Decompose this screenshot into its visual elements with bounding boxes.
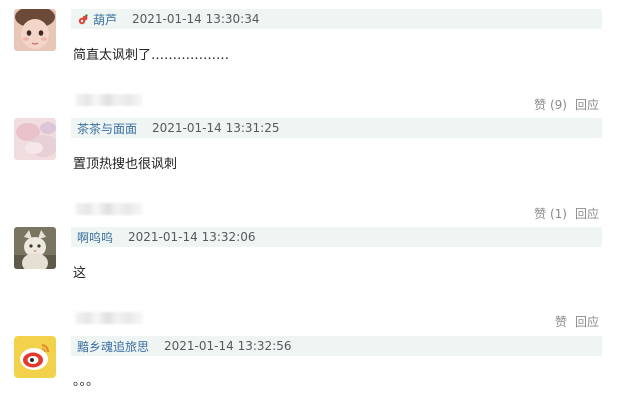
- comment-text: 这: [73, 266, 87, 281]
- reply-button[interactable]: 回应: [575, 207, 599, 221]
- blurred-username: [75, 203, 143, 215]
- comment-meta-bar: 葫芦 2021-01-14 13:30:34: [71, 9, 602, 29]
- comment-timestamp: 2021-01-14 13:32:56: [164, 339, 292, 353]
- comment-timestamp: 2021-01-14 13:31:25: [152, 121, 280, 135]
- reply-button[interactable]: 回应: [575, 98, 599, 112]
- comment-meta-bar: 茶茶与面面 2021-01-14 13:31:25: [71, 118, 602, 138]
- avatar[interactable]: [14, 9, 56, 51]
- comment-timestamp: 2021-01-14 13:32:06: [128, 230, 256, 244]
- comment-text: 简直太讽刺了………………: [73, 48, 230, 63]
- comment-actions: 赞回应: [555, 313, 599, 330]
- avatar[interactable]: [14, 227, 56, 269]
- comment-timestamp: 2021-01-14 13:30:34: [132, 12, 260, 26]
- avatar[interactable]: [14, 118, 56, 160]
- comment-author[interactable]: 葫芦: [93, 11, 117, 28]
- blurred-username: [75, 94, 143, 106]
- comment-meta-bar: 黯乡魂追旅思 2021-01-14 13:32:56: [71, 336, 602, 356]
- comment-author[interactable]: 啊呜呜: [77, 229, 113, 246]
- comment-author[interactable]: 黯乡魂追旅思: [77, 338, 149, 355]
- avatar[interactable]: [14, 336, 56, 378]
- gourd-badge-icon: [78, 14, 89, 25]
- comment-author[interactable]: 茶茶与面面: [77, 120, 137, 137]
- reply-button[interactable]: 回应: [575, 315, 599, 329]
- blurred-username: [75, 312, 143, 324]
- comment-actions: 赞 (9) 回应: [534, 96, 599, 113]
- like-button[interactable]: 赞 (1): [534, 207, 567, 221]
- comment-actions: 赞 (1) 回应: [534, 205, 599, 222]
- comment-list: 葫芦 2021-01-14 13:30:34 简直太讽刺了……………… 赞 (9…: [0, 0, 641, 402]
- comment-text: 。。。: [73, 374, 100, 389]
- like-button[interactable]: 赞 (9): [534, 98, 567, 112]
- comment-text: 置顶热搜也很讽刺: [73, 157, 178, 172]
- like-button[interactable]: 赞: [555, 315, 567, 329]
- comment-meta-bar: 啊呜呜 2021-01-14 13:32:06: [71, 227, 602, 247]
